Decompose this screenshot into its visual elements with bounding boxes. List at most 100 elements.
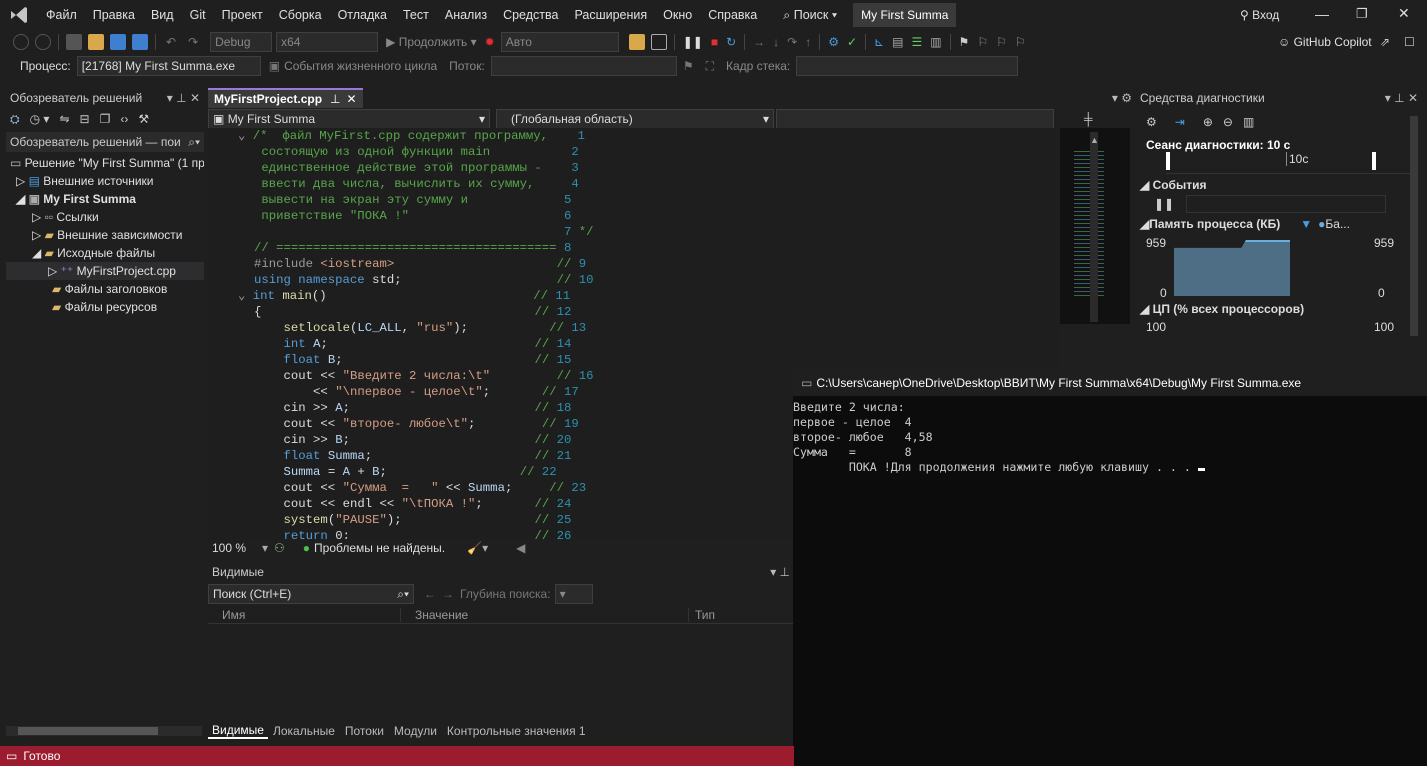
export-icon[interactable]: ⇥ xyxy=(1175,115,1185,129)
thread-dropdown[interactable] xyxy=(490,56,677,76)
tree-item-external-sources[interactable]: ▷ ▤ Внешние источники xyxy=(6,172,204,190)
horizontal-scrollbar[interactable] xyxy=(6,726,202,736)
search-forward-icon[interactable]: → xyxy=(442,587,454,601)
tree-item-header-files[interactable]: ▰ Файлы заголовков xyxy=(6,280,204,298)
share-icon[interactable]: ⇗ xyxy=(1380,35,1390,49)
process-dropdown[interactable]: [21768] My First Summa.exe xyxy=(76,56,261,76)
pin-icon[interactable]: ⊥ xyxy=(330,92,340,106)
close-button[interactable]: ✕ xyxy=(1398,5,1410,22)
close-icon[interactable]: ✕ xyxy=(346,92,356,106)
menu-edit[interactable]: Правка xyxy=(85,8,143,22)
cleanup-icon[interactable]: 🧹▾ xyxy=(467,541,488,555)
column-type[interactable]: Тип xyxy=(688,607,715,622)
editor-vertical-scrollbar[interactable]: ▲ xyxy=(1090,132,1099,322)
chevron-down-icon[interactable]: ◢ xyxy=(32,246,45,260)
copilot-button[interactable]: ☺ GitHub Copilot xyxy=(1278,35,1372,49)
stack-frame-dropdown[interactable] xyxy=(796,56,1019,76)
spellcheck-icon[interactable]: ✓ xyxy=(847,35,857,49)
layout-icon[interactable] xyxy=(650,34,667,50)
stop-icon[interactable]: ■ xyxy=(711,35,718,49)
open-icon[interactable] xyxy=(88,34,104,50)
collapse-all-icon[interactable]: ⊟ xyxy=(80,112,90,126)
redo-icon[interactable]: ↷ xyxy=(188,35,198,49)
uncomment-icon[interactable]: ▥ xyxy=(930,35,941,49)
login-button[interactable]: ⚲ Вход xyxy=(1240,8,1279,22)
step-into-icon[interactable]: ↓ xyxy=(773,35,779,49)
restart-icon[interactable]: ↻ xyxy=(726,35,736,49)
save-all-icon[interactable] xyxy=(132,34,148,50)
save-icon[interactable] xyxy=(110,34,126,50)
tree-item-resource-files[interactable]: ▰ Файлы ресурсов xyxy=(6,298,204,316)
member-dropdown[interactable] xyxy=(776,109,1054,129)
show-all-files-icon[interactable]: ❐ xyxy=(100,112,111,126)
split-editor-icon[interactable]: ╪ xyxy=(1084,112,1093,126)
breakpoint-icon[interactable]: ⊾ xyxy=(874,35,884,49)
platform-dropdown[interactable]: x64 xyxy=(276,32,379,52)
auto-dropdown[interactable]: Авто xyxy=(500,32,619,52)
menu-analyze[interactable]: Анализ xyxy=(437,8,495,22)
continue-button[interactable]: ▶ Продолжить ▾ xyxy=(386,35,477,49)
reset-zoom-icon[interactable]: ▥ xyxy=(1243,115,1254,129)
timeline-ruler[interactable]: 10с xyxy=(1166,152,1418,174)
tab-locals[interactable]: Локальные xyxy=(268,724,340,738)
tree-item-references[interactable]: ▷ ▫▫ Ссылки xyxy=(6,208,204,226)
undo-icon[interactable]: ↶ xyxy=(166,35,176,49)
chevron-right-icon[interactable]: ▷ xyxy=(32,228,45,242)
zoom-out-icon[interactable]: ⊖ xyxy=(1223,115,1233,129)
tab-overflow-icon[interactable]: ▾ ⚙ xyxy=(1112,91,1132,105)
flag-icon[interactable]: ⚑ xyxy=(683,59,694,73)
menu-extensions[interactable]: Расширения xyxy=(566,8,655,22)
new-project-icon[interactable] xyxy=(66,34,82,50)
configuration-dropdown[interactable]: Debug xyxy=(210,32,273,52)
minimize-button[interactable]: — xyxy=(1315,6,1329,22)
properties-icon[interactable]: ⚒ xyxy=(138,112,149,126)
maximize-button[interactable]: ❐ xyxy=(1356,6,1368,22)
menu-window[interactable]: Окно xyxy=(655,8,700,22)
search-back-icon[interactable]: ← xyxy=(424,587,436,601)
menu-project[interactable]: Проект xyxy=(214,8,271,22)
tab-threads[interactable]: Потоки xyxy=(340,724,389,738)
pause-icon[interactable]: ❚❚ xyxy=(1154,197,1174,211)
tree-item-solution[interactable]: ▭ Решение "My First Summa" (1 пр xyxy=(6,154,204,172)
copilot-status-icon[interactable]: ⚇ xyxy=(274,541,285,555)
comment-icon[interactable]: ▤ xyxy=(892,35,903,49)
menu-view[interactable]: Вид xyxy=(143,8,182,22)
zoom-dropdown[interactable]: 100 % xyxy=(212,541,262,555)
switch-views-icon[interactable]: ⇋ xyxy=(59,112,69,126)
pause-icon[interactable]: ❚❚ xyxy=(683,35,703,49)
console-window[interactable]: ▭ C:\Users\санер\OneDrive\Desktop\ВВИТ\M… xyxy=(793,370,1427,766)
chevron-right-icon[interactable]: ▷ xyxy=(16,174,29,188)
tab-watch-1[interactable]: Контрольные значения 1 xyxy=(442,724,591,738)
bookmark-clear-icon[interactable]: ⚐ xyxy=(1015,35,1026,49)
search-button[interactable]: ⌕ Поиск ▾ xyxy=(775,8,845,23)
menu-file[interactable]: Файл xyxy=(38,8,85,22)
autos-search-input[interactable]: Поиск (Ctrl+E) ⌕▾ xyxy=(208,584,414,604)
column-value[interactable]: Значение xyxy=(400,607,688,622)
diagnostics-scrollbar[interactable] xyxy=(1410,116,1418,336)
panel-controls-icon[interactable]: ▾ ⊥ xyxy=(770,565,790,579)
bookmark-prev-icon[interactable]: ⚐ xyxy=(977,35,988,49)
chevron-down-icon[interactable]: ▾ xyxy=(262,541,268,555)
bookmark-icon[interactable]: ⚑ xyxy=(959,35,970,49)
menu-help[interactable]: Справка xyxy=(700,8,765,22)
menu-git[interactable]: Git xyxy=(182,8,214,22)
bookmark-next-icon[interactable]: ⚐ xyxy=(996,35,1007,49)
show-next-statement-icon[interactable]: → xyxy=(753,35,765,49)
tab-myfirstproject-cpp[interactable]: MyFirstProject.cpp ⊥ ✕ xyxy=(208,88,363,108)
events-section-header[interactable]: ◢ События xyxy=(1136,174,1422,194)
panel-controls-icon[interactable]: ▾ ⊥ ✕ xyxy=(1385,91,1418,105)
code-view-icon[interactable]: ‹› xyxy=(120,112,128,126)
column-name[interactable]: Имя xyxy=(208,608,400,622)
memory-section-header[interactable]: ◢ Память процесса (КБ) ▼ ● Ба... xyxy=(1136,214,1422,234)
issues-label[interactable]: Проблемы не найдены. xyxy=(314,541,445,555)
chevron-down-icon[interactable]: ◢ xyxy=(16,192,29,206)
step-out-icon[interactable]: ↑ xyxy=(805,35,811,49)
search-depth-dropdown[interactable]: ▾ xyxy=(554,584,593,604)
step-over-icon[interactable]: ↷ xyxy=(787,35,797,49)
history-icon[interactable]: ◷ ▾ xyxy=(30,112,50,126)
scroll-left-icon[interactable]: ◀ xyxy=(516,541,525,555)
diagnostics-icon[interactable]: ⚙ xyxy=(828,35,839,49)
process-icon[interactable] xyxy=(628,34,645,50)
back-icon[interactable] xyxy=(13,34,29,50)
tree-item-external-dependencies[interactable]: ▷ ▰ Внешние зависимости xyxy=(6,226,204,244)
